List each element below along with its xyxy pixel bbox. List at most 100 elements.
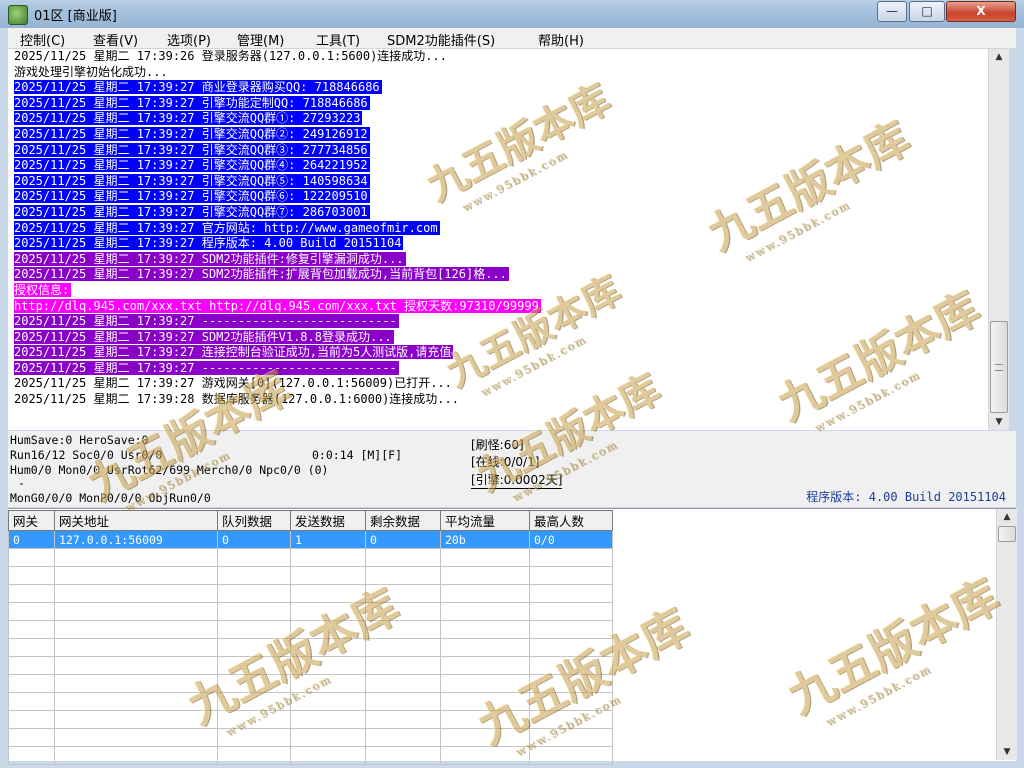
maximize-button[interactable]: □ bbox=[909, 1, 945, 22]
table-row[interactable] bbox=[8, 548, 613, 567]
menu-manage[interactable]: 管理(M) bbox=[237, 30, 284, 49]
scroll-down-arrow-icon[interactable]: ▼ bbox=[989, 414, 1009, 430]
log-panel[interactable]: 2025/11/25 星期二 17:39:26 登录服务器(127.0.0.1:… bbox=[8, 49, 988, 430]
table-scrollbar[interactable]: ▲ ▼ bbox=[996, 509, 1017, 760]
log-line-text: 2025/11/25 星期二 17:39:27 官方网站: http://www… bbox=[14, 220, 440, 235]
table-header-row: 网关 网关地址 队列数据 发送数据 剩余数据 平均流量 最高人数 bbox=[8, 510, 613, 531]
col-gateway[interactable]: 网关 bbox=[8, 510, 55, 531]
table-cell bbox=[290, 620, 366, 639]
table-cell bbox=[529, 692, 613, 711]
table-cell bbox=[54, 602, 218, 621]
title-bar[interactable]: 01区 [商业版] — □ X bbox=[0, 0, 1024, 28]
table-cell bbox=[217, 692, 291, 711]
log-line-text: 游戏处理引擎初始化成功... bbox=[14, 64, 168, 79]
scroll-up-arrow-icon[interactable]: ▲ bbox=[989, 49, 1009, 65]
table-cell bbox=[440, 728, 530, 747]
col-max-users[interactable]: 最高人数 bbox=[529, 510, 613, 531]
gateway-table: 网关 网关地址 队列数据 发送数据 剩余数据 平均流量 最高人数 0 127.0.… bbox=[8, 510, 613, 765]
table-cell bbox=[217, 710, 291, 729]
table-cell bbox=[290, 638, 366, 657]
table-cell bbox=[365, 746, 441, 765]
table-row[interactable] bbox=[8, 710, 613, 729]
app-icon[interactable] bbox=[8, 5, 28, 25]
table-cell bbox=[54, 638, 218, 657]
table-cell bbox=[54, 620, 218, 639]
table-cell bbox=[365, 692, 441, 711]
table-cell: 0 bbox=[8, 530, 55, 549]
table-scroll-up-icon[interactable]: ▲ bbox=[997, 509, 1017, 525]
menu-view[interactable]: 查看(V) bbox=[93, 30, 138, 49]
table-cell bbox=[440, 602, 530, 621]
status-monsters: MonG0/0/0 MonP0/0/0 ObjRun0/0 bbox=[10, 491, 211, 505]
menu-control[interactable]: 控制(C) bbox=[20, 30, 65, 49]
table-cell: 1 bbox=[290, 530, 366, 549]
col-queue-data[interactable]: 队列数据 bbox=[217, 510, 291, 531]
window-title: 01区 [商业版] bbox=[34, 9, 117, 24]
menu-options[interactable]: 选项(P) bbox=[167, 30, 211, 49]
table-cell bbox=[217, 746, 291, 765]
table-row[interactable] bbox=[8, 620, 613, 639]
table-cell bbox=[8, 602, 55, 621]
table-cell bbox=[54, 548, 218, 567]
log-line-text: 2025/11/25 星期二 17:39:27 引擎交流QQ群④: 264221… bbox=[14, 158, 370, 173]
status-save: HumSave:0 HeroSave:0 bbox=[10, 433, 149, 447]
table-cell bbox=[8, 566, 55, 585]
table-cell bbox=[8, 692, 55, 711]
log-scrollbar[interactable]: ▲ ▼ bbox=[988, 49, 1009, 430]
log-line-text: 2025/11/25 星期二 17:39:27 SDM2功能插件:修复引擎漏洞成… bbox=[14, 251, 406, 266]
table-cell bbox=[217, 602, 291, 621]
menu-help[interactable]: 帮助(H) bbox=[538, 30, 584, 49]
table-cell bbox=[54, 728, 218, 747]
log-line: 2025/11/25 星期二 17:39:26 登录服务器(127.0.0.1:… bbox=[8, 49, 988, 65]
table-cell bbox=[365, 548, 441, 567]
table-row[interactable] bbox=[8, 746, 613, 765]
status-panel: HumSave:0 HeroSave:0 Run16/12 Soc0/0 Usr… bbox=[8, 431, 1016, 507]
table-row[interactable]: 0 127.0.0.1:56009 0 1 0 20b 0/0 bbox=[8, 530, 613, 549]
table-cell bbox=[529, 674, 613, 693]
table-cell bbox=[8, 584, 55, 603]
table-row[interactable] bbox=[8, 602, 613, 621]
log-line-text: 2025/11/25 星期二 17:39:26 登录服务器(127.0.0.1:… bbox=[14, 49, 447, 63]
table-cell: 0/0 bbox=[529, 530, 613, 549]
menu-tools[interactable]: 工具(T) bbox=[316, 30, 360, 49]
table-cell bbox=[365, 710, 441, 729]
table-cell bbox=[529, 638, 613, 657]
table-cell bbox=[54, 746, 218, 765]
table-row[interactable] bbox=[8, 674, 613, 693]
log-line-text: 2025/11/25 星期二 17:39:27 引擎交流QQ群③: 277734… bbox=[14, 142, 370, 157]
log-line: 2025/11/25 星期二 17:39:27 引擎交流QQ群④: 264221… bbox=[8, 158, 988, 174]
close-button[interactable]: X bbox=[946, 1, 1016, 22]
col-sent-data[interactable]: 发送数据 bbox=[290, 510, 366, 531]
minimize-button[interactable]: — bbox=[877, 1, 907, 22]
log-scroll-thumb[interactable] bbox=[990, 321, 1008, 413]
table-cell bbox=[365, 584, 441, 603]
table-row[interactable] bbox=[8, 728, 613, 747]
log-line: 2025/11/25 星期二 17:39:27 引擎交流QQ群⑦: 286703… bbox=[8, 204, 988, 221]
table-cell bbox=[529, 728, 613, 747]
table-row[interactable] bbox=[8, 656, 613, 675]
table-row[interactable] bbox=[8, 584, 613, 603]
table-cell bbox=[290, 674, 366, 693]
table-cell bbox=[8, 548, 55, 567]
col-gateway-address[interactable]: 网关地址 bbox=[54, 510, 218, 531]
table-row[interactable] bbox=[8, 638, 613, 657]
menu-sdm2-plugin[interactable]: SDM2功能插件(S) bbox=[387, 30, 495, 49]
table-cell bbox=[440, 746, 530, 765]
table-row[interactable] bbox=[8, 566, 613, 585]
table-cell bbox=[365, 602, 441, 621]
log-line: 2025/11/25 星期二 17:39:27 引擎交流QQ群②: 249126… bbox=[8, 126, 988, 143]
table-row[interactable] bbox=[8, 692, 613, 711]
table-cell bbox=[217, 548, 291, 567]
log-line-text: 2025/11/25 星期二 17:39:28 数据库服务器(127.0.0.1… bbox=[14, 392, 459, 407]
table-cell bbox=[365, 728, 441, 747]
log-line-text: 2025/11/25 星期二 17:39:27 引擎交流QQ群②: 249126… bbox=[14, 126, 370, 141]
table-cell bbox=[529, 602, 613, 621]
col-avg-traffic[interactable]: 平均流量 bbox=[440, 510, 530, 531]
table-cell bbox=[440, 620, 530, 639]
table-scroll-thumb[interactable] bbox=[998, 526, 1016, 542]
table-scroll-down-icon[interactable]: ▼ bbox=[997, 744, 1017, 760]
table-cell bbox=[365, 620, 441, 639]
col-remaining-data[interactable]: 剩余数据 bbox=[365, 510, 441, 531]
table-cell bbox=[290, 728, 366, 747]
log-line: 2025/11/25 星期二 17:39:27 引擎交流QQ群⑥: 122209… bbox=[8, 189, 988, 205]
